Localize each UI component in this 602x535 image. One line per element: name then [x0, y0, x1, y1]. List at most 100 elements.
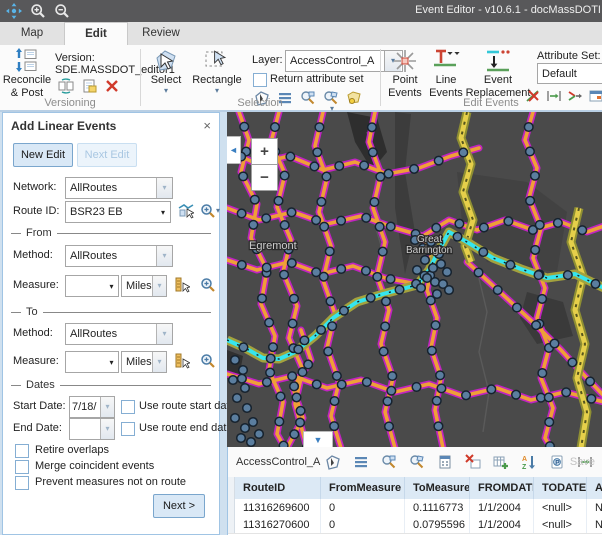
- line-events-label-1: Line: [436, 74, 457, 87]
- from-method-combobox[interactable]: AllRoutes ▾: [65, 245, 173, 267]
- save-button[interactable]: Save: [570, 456, 595, 468]
- swap-version-icon[interactable]: [57, 77, 74, 94]
- zoom-out-icon[interactable]: [52, 2, 72, 20]
- row-selector[interactable]: [228, 516, 235, 533]
- collapse-table-icon[interactable]: ▼: [303, 431, 333, 447]
- network-value: AllRoutes: [66, 182, 156, 194]
- pick-measure-icon[interactable]: [173, 276, 190, 293]
- chevron-down-icon: ▾: [156, 324, 172, 344]
- return-attribute-label: Return attribute set: [270, 73, 364, 85]
- end-date-combobox[interactable]: ▾: [69, 418, 115, 440]
- column-header-FromMeasure[interactable]: FromMeasure: [321, 477, 405, 499]
- column-header-ACCESS[interactable]: ACCESS: [587, 477, 602, 499]
- line-events-icon: [432, 48, 460, 74]
- event-editor-window: Event Editor - v10.6.1 - docMassDOTI Map…: [0, 0, 602, 535]
- map-canvas[interactable]: EgremontGreatBarrington ◄ + − ▼: [227, 112, 602, 447]
- version-label: Version:: [55, 52, 95, 64]
- network-combobox[interactable]: AllRoutes ▾: [65, 177, 173, 199]
- sort-icon[interactable]: AZ: [520, 454, 537, 471]
- row-selector[interactable]: [228, 499, 235, 516]
- from-separator: From: [11, 227, 211, 239]
- map-place-label: Great: [417, 234, 442, 245]
- identify-icon[interactable]: P: [548, 454, 565, 471]
- cell: <null>: [534, 516, 587, 533]
- zoom-selection-2-icon[interactable]: [408, 454, 425, 471]
- table-row[interactable]: 1131626960000.11167731/1/2004<null>No: [228, 499, 602, 517]
- new-edit-button[interactable]: New Edit: [13, 143, 73, 167]
- column-header-ToMeasure[interactable]: ToMeasure: [405, 477, 470, 499]
- column-header-TODATE[interactable]: TODATE: [534, 477, 587, 499]
- pan-icon[interactable]: [4, 2, 24, 20]
- pick-measure-icon[interactable]: [173, 352, 190, 369]
- ribbon: Reconcile & Post Version: SDE.MASSDOT_ed…: [0, 45, 602, 112]
- select-button[interactable]: Select ▾: [146, 48, 186, 95]
- to-method-combobox[interactable]: AllRoutes ▾: [65, 323, 173, 345]
- network-label: Network:: [13, 181, 56, 193]
- column-header-RouteID[interactable]: RouteID: [235, 477, 321, 499]
- line-events-button[interactable]: Line Events: [428, 48, 464, 99]
- prevent-measures-checkbox[interactable]: [15, 476, 29, 490]
- select-label: Select: [151, 74, 182, 87]
- route-id-combobox[interactable]: BSR23 EB ▾: [65, 201, 171, 223]
- retire-overlaps-checkbox[interactable]: [15, 444, 29, 458]
- zoom-to-measure-icon[interactable]: [199, 352, 216, 369]
- table-row[interactable]: 1131627060000.07955961/1/2004<null>No: [228, 516, 602, 534]
- selection-list-icon[interactable]: [352, 454, 369, 471]
- tab-review[interactable]: Review: [134, 22, 188, 44]
- row-selector-gutter: [228, 477, 235, 499]
- chevron-down-icon: ▾: [105, 358, 118, 367]
- map-zoom-in-button[interactable]: +: [251, 138, 278, 165]
- chevron-down-icon[interactable]: ▾: [164, 87, 168, 95]
- point-events-label-1: Point: [392, 74, 417, 87]
- to-measure-combobox[interactable]: ▾: [65, 351, 119, 373]
- chevron-down-icon[interactable]: ▾: [216, 207, 220, 215]
- attribute-set-value: Default: [538, 68, 602, 80]
- from-measure-combobox[interactable]: ▾: [65, 275, 119, 297]
- start-date-combobox[interactable]: 7/18/ ▾: [69, 396, 115, 418]
- zoom-to-measure-icon[interactable]: [199, 276, 216, 293]
- return-attribute-checkbox[interactable]: [253, 73, 267, 87]
- select-route-on-map-icon[interactable]: [177, 202, 194, 219]
- next-edit-button[interactable]: Next Edit: [77, 143, 137, 167]
- to-units-combobox[interactable]: Miles ▾: [121, 351, 167, 373]
- collapse-panel-left-icon[interactable]: ◄: [227, 136, 241, 164]
- chevron-down-icon: ▾: [156, 178, 172, 198]
- tab-edit[interactable]: Edit: [64, 22, 128, 47]
- close-icon[interactable]: ×: [203, 119, 211, 132]
- cell: 11316269600: [235, 499, 321, 516]
- chevron-down-icon[interactable]: ▾: [215, 87, 219, 95]
- svg-text:P: P: [555, 459, 560, 466]
- delete-version-icon[interactable]: [103, 77, 120, 94]
- merge-coincident-checkbox[interactable]: [15, 460, 29, 474]
- zoom-in-icon[interactable]: [28, 2, 48, 20]
- new-version-icon[interactable]: [80, 77, 97, 94]
- cell: 1/1/2004: [470, 516, 534, 533]
- use-route-end-checkbox[interactable]: [121, 422, 135, 436]
- add-record-icon[interactable]: [492, 454, 509, 471]
- add-linear-events-panel: Add Linear Events × New Edit Next Edit N…: [2, 112, 220, 535]
- layer-combobox[interactable]: AccessControl_A: [285, 50, 385, 72]
- tab-map[interactable]: Map: [8, 22, 56, 44]
- next-button[interactable]: Next >: [153, 494, 205, 518]
- reconcile-post-button[interactable]: Reconcile & Post: [4, 48, 50, 99]
- column-header-FROMDATE[interactable]: FROMDATE: [470, 477, 534, 499]
- select-polygon-icon[interactable]: [324, 454, 341, 471]
- chevron-down-icon: ▾: [156, 246, 172, 266]
- to-units-value: Miles: [122, 356, 152, 368]
- use-route-start-checkbox[interactable]: [121, 400, 135, 414]
- zoom-to-route-icon[interactable]: [199, 202, 216, 219]
- clear-selection-icon[interactable]: [464, 454, 481, 471]
- attribute-set-combobox[interactable]: Default: [537, 63, 602, 84]
- zoom-selection-icon[interactable]: [380, 454, 397, 471]
- map-zoom-out-button[interactable]: −: [251, 164, 278, 191]
- panel-title: Add Linear Events: [11, 119, 116, 133]
- map-place-label: Barrington: [406, 245, 452, 256]
- chevron-down-icon: ▾: [100, 419, 114, 439]
- from-method-label: Method:: [13, 249, 53, 261]
- calculate-icon[interactable]: [436, 454, 453, 471]
- rectangle-select-button[interactable]: Rectangle ▾: [190, 48, 244, 95]
- point-events-button[interactable]: Point Events: [386, 48, 424, 99]
- cell: 0: [321, 499, 405, 516]
- from-units-combobox[interactable]: Miles ▾: [121, 275, 167, 297]
- event-replacement-button[interactable]: Event Replacement: [466, 48, 530, 99]
